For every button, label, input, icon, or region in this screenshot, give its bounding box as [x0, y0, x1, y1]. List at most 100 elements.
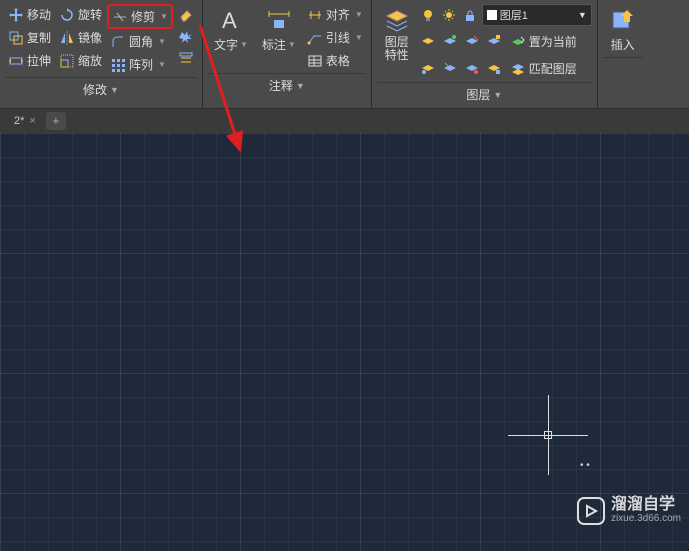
- layer-color-icon: [487, 10, 497, 20]
- copy-button[interactable]: 复制: [5, 27, 54, 48]
- offset-icon: [178, 50, 194, 66]
- chevron-down-icon: ▼: [110, 85, 119, 95]
- panel-modify: 移动 复制 拉伸 旋转 镜像: [0, 0, 203, 108]
- layer-tool-6-icon[interactable]: [441, 59, 459, 77]
- text-button[interactable]: A 文字▼: [208, 4, 254, 71]
- chevron-down-icon: ▼: [578, 10, 587, 20]
- scale-icon: [59, 53, 75, 69]
- text-icon: A: [217, 6, 245, 34]
- trim-button[interactable]: 修剪 ▼: [107, 4, 173, 29]
- mirror-icon: [59, 30, 75, 46]
- fillet-button[interactable]: 圆角 ▼: [107, 31, 173, 52]
- set-current-label: 置为当前: [529, 33, 577, 50]
- document-tab[interactable]: 2* ×: [6, 113, 44, 129]
- set-current-button[interactable]: 置为当前: [507, 32, 580, 51]
- explode-icon: [178, 28, 194, 44]
- match-layer-label: 匹配图层: [529, 60, 577, 77]
- document-tabbar: 2* × +: [0, 109, 689, 133]
- panel-layer: 图层特性 图层1 ▼: [372, 0, 598, 108]
- layer-tool-7-icon[interactable]: [463, 59, 481, 77]
- layer-tool-4-icon[interactable]: [485, 32, 503, 50]
- erase-icon: [178, 6, 194, 22]
- chevron-down-icon: ▼: [355, 10, 363, 19]
- set-current-icon: [510, 34, 526, 50]
- copy-icon: [8, 30, 24, 46]
- layer-properties-label: 图层特性: [385, 36, 409, 62]
- stretch-icon: [8, 53, 24, 69]
- table-button[interactable]: 表格: [304, 50, 366, 71]
- watermark-logo-icon: [577, 497, 605, 525]
- sun-icon[interactable]: [440, 6, 458, 24]
- chevron-down-icon: ▼: [493, 90, 502, 100]
- scale-button[interactable]: 缩放: [56, 50, 105, 71]
- array-button[interactable]: 阵列 ▼: [107, 54, 173, 75]
- insert-block-button[interactable]: 插入: [603, 4, 643, 55]
- mirror-button[interactable]: 镜像: [56, 27, 105, 48]
- chevron-down-icon: ▼: [288, 40, 296, 49]
- layer-tool-2-icon[interactable]: [441, 32, 459, 50]
- insert-icon: [609, 6, 637, 34]
- drawing-canvas[interactable]: // generated below after data bind: [0, 133, 689, 551]
- panel-modify-label[interactable]: 修改▼: [5, 77, 197, 101]
- copy-label: 复制: [27, 29, 51, 46]
- align-button[interactable]: 对齐 ▼: [304, 4, 366, 25]
- stretch-label: 拉伸: [27, 52, 51, 69]
- rotate-icon: [59, 7, 75, 23]
- watermark-sub: zixue.3d66.com: [611, 514, 681, 525]
- erase-button[interactable]: [175, 4, 197, 24]
- lock-icon[interactable]: [461, 6, 479, 24]
- svg-text:A: A: [222, 8, 237, 33]
- chevron-down-icon: ▼: [355, 33, 363, 42]
- table-label: 表格: [326, 52, 350, 69]
- panel-layer-label[interactable]: 图层▼: [377, 82, 592, 106]
- rotate-button[interactable]: 旋转: [56, 4, 105, 25]
- table-icon: [307, 53, 323, 69]
- chevron-down-icon: ▼: [240, 40, 248, 49]
- cursor-dots: • •: [580, 460, 590, 471]
- array-icon: [110, 57, 126, 73]
- panel-annotate-label[interactable]: 注释▼: [208, 73, 366, 97]
- fillet-dropdown-icon[interactable]: ▼: [158, 37, 166, 46]
- trim-label: 修剪: [131, 8, 155, 25]
- watermark: 溜溜自学 zixue.3d66.com: [577, 497, 681, 525]
- move-button[interactable]: 移动: [5, 4, 54, 25]
- layer-tool-8-icon[interactable]: [485, 59, 503, 77]
- bulb-icon[interactable]: [419, 6, 437, 24]
- tab-name: 2*: [14, 115, 24, 127]
- move-label: 移动: [27, 6, 51, 23]
- leader-label: 引线: [326, 29, 350, 46]
- watermark-title: 溜溜自学: [611, 497, 681, 514]
- text-label: 文字: [214, 36, 238, 53]
- stretch-button[interactable]: 拉伸: [5, 50, 54, 71]
- trim-dropdown-icon[interactable]: ▼: [160, 12, 168, 21]
- dimension-button[interactable]: 标注▼: [256, 4, 302, 71]
- scale-label: 缩放: [78, 52, 102, 69]
- dim-label: 标注: [262, 36, 286, 53]
- array-label: 阵列: [129, 56, 153, 73]
- align-label: 对齐: [326, 6, 350, 23]
- leader-button[interactable]: 引线 ▼: [304, 27, 366, 48]
- explode-button[interactable]: [175, 26, 197, 46]
- match-layer-button[interactable]: 匹配图层: [507, 59, 580, 78]
- panel-annotate: A 文字▼ 标注▼ 对齐 ▼ 引线 ▼: [203, 0, 372, 108]
- close-icon[interactable]: ×: [29, 115, 35, 127]
- fillet-label: 圆角: [129, 33, 153, 50]
- leader-icon: [307, 30, 323, 46]
- layer-tool-3-icon[interactable]: [463, 32, 481, 50]
- trim-icon: [112, 9, 128, 25]
- layer-tool-1-icon[interactable]: [419, 32, 437, 50]
- array-dropdown-icon[interactable]: ▼: [158, 60, 166, 69]
- rotate-label: 旋转: [78, 6, 102, 23]
- layer-properties-icon: [383, 6, 411, 34]
- offset-button[interactable]: [175, 48, 197, 68]
- layer-dropdown[interactable]: 图层1 ▼: [482, 4, 592, 26]
- dimension-icon: [265, 6, 293, 34]
- align-icon: [307, 7, 323, 23]
- layer-properties-button[interactable]: 图层特性: [377, 4, 417, 80]
- chevron-down-icon: ▼: [296, 81, 305, 91]
- layer-tool-5-icon[interactable]: [419, 59, 437, 77]
- fillet-icon: [110, 34, 126, 50]
- new-tab-button[interactable]: +: [46, 112, 66, 130]
- panel-insert: 插入: [598, 0, 648, 108]
- layer-current-label: 图层1: [500, 7, 528, 23]
